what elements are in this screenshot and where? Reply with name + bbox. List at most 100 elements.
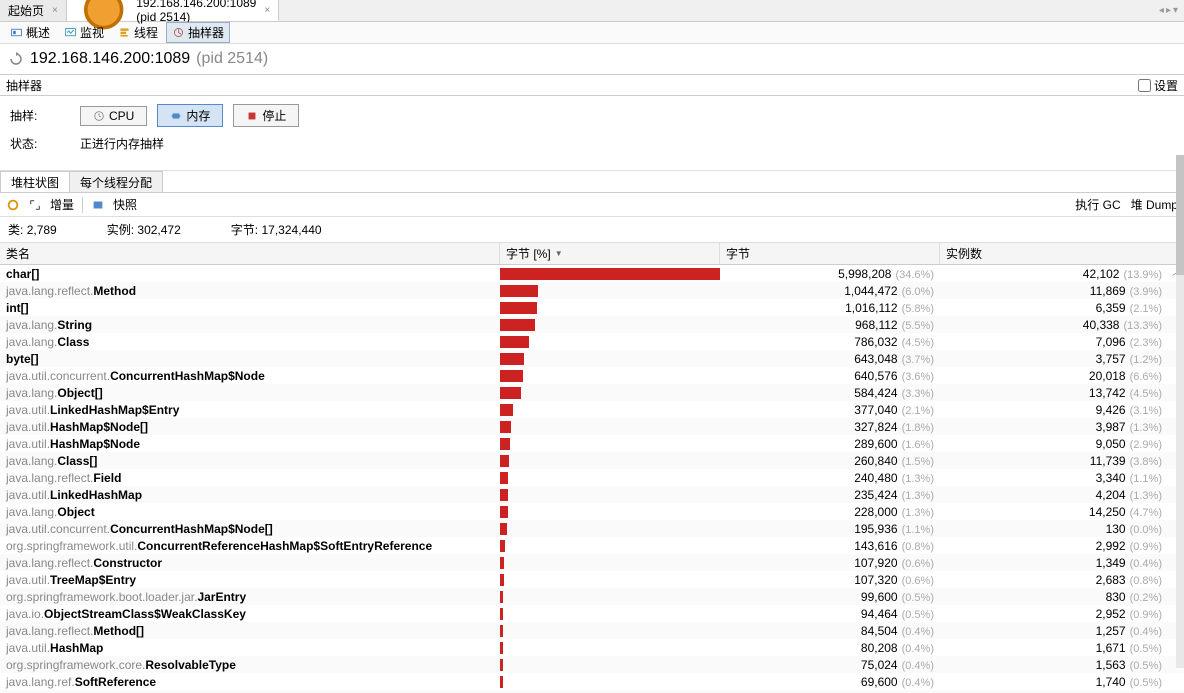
nav-prev-icon[interactable]: ◂ (1159, 5, 1164, 16)
close-icon[interactable]: × (52, 5, 58, 16)
cell-class-name: java.util.concurrent.ConcurrentHashMap$N… (0, 369, 500, 383)
cell-bar (500, 642, 720, 654)
cell-bar (500, 370, 720, 382)
nav-menu-icon[interactable]: ▾ (1173, 5, 1178, 16)
table-row[interactable]: java.lang.Class[]260,840(1.5%)11,739(3.8… (0, 452, 1184, 469)
settings-check[interactable] (1138, 79, 1151, 92)
cell-bar (500, 659, 720, 671)
settings-checkbox[interactable]: 设置 (1138, 77, 1178, 94)
cell-class-name: java.util.concurrent.ConcurrentHashMap$N… (0, 522, 500, 536)
cell-instances: 2,992(0.9%) (940, 539, 1184, 553)
col-class-name[interactable]: 类名 (0, 243, 500, 264)
cell-bar (500, 455, 720, 467)
table-row[interactable]: java.util.HashMap80,208(0.4%)1,671(0.5%) (0, 639, 1184, 656)
cell-instances: 1,563(0.5%) (940, 658, 1184, 672)
cell-class-name: java.util.HashMap$Node[] (0, 420, 500, 434)
cell-bar (500, 285, 720, 297)
threads-button[interactable]: 线程 (112, 22, 164, 43)
table-row[interactable]: java.lang.String968,112(5.5%)40,338(13.3… (0, 316, 1184, 333)
table-row[interactable]: org.springframework.boot.loader.jar.JarE… (0, 588, 1184, 605)
table-row[interactable]: byte[]643,048(3.7%)3,757(1.2%) (0, 350, 1184, 367)
cell-instances: 2,683(0.8%) (940, 573, 1184, 587)
col-bytes-pct[interactable]: 字节 [%]▼ (500, 243, 720, 264)
close-icon[interactable]: × (264, 5, 270, 16)
cell-class-name: java.util.HashMap (0, 641, 500, 655)
cell-bar (500, 574, 720, 586)
tab-heap-histogram[interactable]: 堆柱状图 (0, 171, 70, 192)
cell-bytes: 786,032(4.5%) (720, 335, 940, 349)
cell-bar (500, 353, 720, 365)
heap-dump-button[interactable]: 堆 Dump (1131, 198, 1178, 212)
snapshot-icon[interactable] (91, 198, 105, 212)
scrollbar-thumb[interactable] (1176, 155, 1184, 275)
cell-bar (500, 523, 720, 535)
cell-bar (500, 506, 720, 518)
stop-button[interactable]: 停止 (233, 104, 299, 127)
expand-icon[interactable] (28, 198, 42, 212)
table-row[interactable]: org.springframework.util.ConcurrentRefer… (0, 537, 1184, 554)
cell-instances: 6,359(2.1%) (940, 301, 1184, 315)
cell-bar (500, 319, 720, 331)
cell-bytes: 228,000(1.3%) (720, 505, 940, 519)
table-row[interactable]: java.lang.reflect.Method[]84,504(0.4%)1,… (0, 622, 1184, 639)
vertical-scrollbar[interactable] (1176, 155, 1184, 668)
cell-instances: 42,102(13.9%) (940, 267, 1184, 281)
cell-bytes: 143,616(0.8%) (720, 539, 940, 553)
table-row[interactable]: java.lang.Object228,000(1.3%)14,250(4.7%… (0, 503, 1184, 520)
table-row[interactable]: java.lang.reflect.Constructor107,920(0.6… (0, 554, 1184, 571)
gc-button[interactable]: 执行 GC (1075, 198, 1120, 212)
cell-bytes: 107,920(0.6%) (720, 556, 940, 570)
table-row[interactable]: java.util.concurrent.ConcurrentHashMap$N… (0, 367, 1184, 384)
overview-icon (10, 26, 23, 39)
table-row[interactable]: java.lang.reflect.Field240,480(1.3%)3,34… (0, 469, 1184, 486)
overview-button[interactable]: 概述 (4, 22, 56, 43)
table-row[interactable]: java.lang.ref.SoftReference69,600(0.4%)1… (0, 673, 1184, 690)
refresh-icon[interactable] (8, 51, 24, 67)
tab-start[interactable]: 起始页 × (0, 0, 67, 21)
delta-button[interactable]: 增量 (50, 196, 74, 213)
sampling-controls: 抽样: CPU 内存 停止 状态: 正进行内存抽样 (0, 96, 1184, 171)
stop-icon (246, 110, 258, 122)
snapshot-button[interactable]: 快照 (113, 196, 137, 213)
cell-class-name: java.lang.reflect.Method[] (0, 624, 500, 638)
table-row[interactable]: java.util.LinkedHashMap235,424(1.3%)4,20… (0, 486, 1184, 503)
memory-button[interactable]: 内存 (157, 104, 223, 127)
col-bytes[interactable]: 字节 (720, 243, 940, 264)
cpu-button[interactable]: CPU (80, 106, 147, 126)
cell-class-name: java.lang.reflect.Method (0, 284, 500, 298)
table-row[interactable]: java.util.HashMap$Node[]327,824(1.8%)3,9… (0, 418, 1184, 435)
table-row[interactable]: java.util.concurrent.ConcurrentHashMap$N… (0, 520, 1184, 537)
tab-per-thread[interactable]: 每个线程分配 (69, 171, 163, 192)
page-title-suffix: (pid 2514) (196, 50, 268, 68)
cell-instances: 13,742(4.5%) (940, 386, 1184, 400)
table-row[interactable]: java.util.LinkedHashMap$Entry377,040(2.1… (0, 401, 1184, 418)
nav-next-icon[interactable]: ▸ (1166, 5, 1171, 16)
sampler-button[interactable]: 抽样器 (166, 22, 230, 43)
cell-bytes: 1,044,472(6.0%) (720, 284, 940, 298)
table-row[interactable]: java.lang.Class786,032(4.5%)7,096(2.3%) (0, 333, 1184, 350)
table-row[interactable]: java.io.ObjectStreamClass$WeakClassKey94… (0, 605, 1184, 622)
sort-desc-icon: ▼ (555, 249, 563, 258)
stats-row: 类: 2,789 实例: 302,472 字节: 17,324,440 (0, 217, 1184, 243)
table-row[interactable]: java.util.TreeMap$Entry107,320(0.6%)2,68… (0, 571, 1184, 588)
cell-bar (500, 336, 720, 348)
table-header: 类名 字节 [%]▼ 字节 实例数 (0, 243, 1184, 265)
col-instances[interactable]: 实例数 (940, 243, 1184, 264)
table-row[interactable]: java.lang.reflect.Method1,044,472(6.0%)1… (0, 282, 1184, 299)
table-row[interactable]: char[]5,998,208(34.6%)42,102(13.9%) (0, 265, 1184, 282)
monitor-button[interactable]: 监视 (58, 22, 110, 43)
table-body[interactable]: char[]5,998,208(34.6%)42,102(13.9%) java.… (0, 265, 1184, 693)
table-row[interactable]: int[]1,016,112(5.8%)6,359(2.1%) (0, 299, 1184, 316)
table-row[interactable]: java.util.HashMap$Node289,600(1.6%)9,050… (0, 435, 1184, 452)
table-row[interactable]: java.lang.Object[]584,424(3.3%)13,742(4.… (0, 384, 1184, 401)
cell-instances: 3,987(1.3%) (940, 420, 1184, 434)
tab-connection[interactable]: 192.168.146.200:1089 (pid 2514) × (67, 0, 279, 21)
cell-class-name: byte[] (0, 352, 500, 366)
cell-class-name: java.lang.Class (0, 335, 500, 349)
table-row[interactable]: org.springframework.core.ResolvableType7… (0, 656, 1184, 673)
cell-bytes: 99,600(0.5%) (720, 590, 940, 604)
bytes-value: 17,324,440 (261, 223, 321, 237)
cell-instances: 130(0.0%) (940, 522, 1184, 536)
refresh-icon[interactable] (6, 198, 20, 212)
cell-instances: 20,018(6.6%) (940, 369, 1184, 383)
